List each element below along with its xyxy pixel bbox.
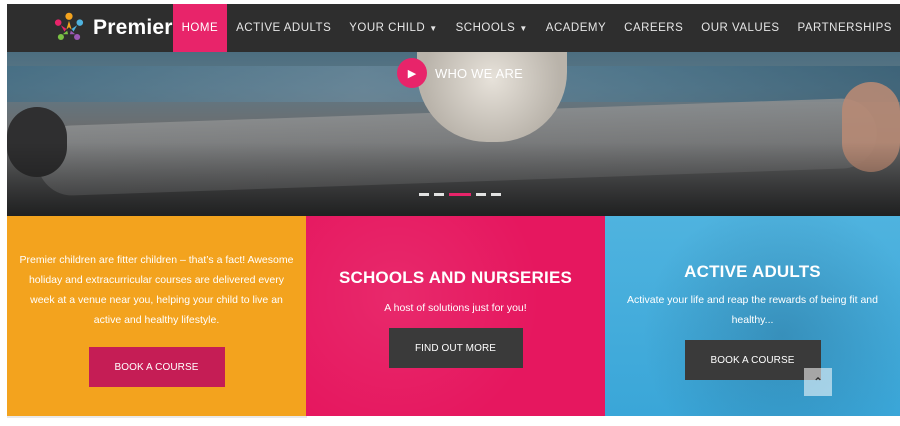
find-out-more-button[interactable]: FIND OUT MORE — [388, 328, 523, 368]
nav-item-label: ACADEMY — [545, 22, 607, 34]
chevron-down-icon: ▼ — [519, 23, 528, 33]
nav-item-label: SCHOOLS — [455, 22, 516, 34]
children-panel-text: Premier children are fitter children – t… — [19, 254, 294, 326]
brand-logo-link[interactable]: Premier — [7, 4, 173, 52]
nav-item-careers[interactable]: CAREERS — [615, 4, 692, 52]
nav-menu: HOME ACTIVE ADULTS YOUR CHILD ▼ SCHOOLS … — [172, 4, 900, 52]
content-divider — [7, 416, 307, 418]
nav-item-label: CAREERS — [624, 22, 684, 34]
adults-panel-subtitle: Activate your life and reap the rewards … — [627, 294, 878, 326]
nav-item-active-adults[interactable]: ACTIVE ADULTS — [227, 4, 340, 52]
slider-pagination — [419, 193, 501, 196]
children-panel: Premier children are fitter children – t… — [7, 216, 306, 416]
nav-item-label: ACTIVE ADULTS — [236, 22, 332, 34]
play-icon: ▶ — [397, 58, 427, 88]
page-frame: Premier HOME ACTIVE ADULTS YOUR CHILD ▼ … — [7, 4, 900, 416]
nav-item-partnerships[interactable]: PARTNERSHIPS — [789, 4, 900, 52]
slider-dot-4[interactable] — [476, 193, 486, 196]
slider-dot-5[interactable] — [491, 193, 501, 196]
slider-dot-1[interactable] — [419, 193, 429, 196]
who-we-are-video-link[interactable]: ▶ WHO WE ARE — [397, 58, 523, 88]
schools-panel-heading: SCHOOLS AND NURSERIES — [338, 268, 573, 287]
people-star-logo-icon — [54, 12, 84, 41]
book-course-button-adults[interactable]: BOOK A COURSE — [684, 340, 821, 380]
active-adults-panel: ACTIVE ADULTS Activate your life and rea… — [605, 216, 900, 416]
nav-item-label: HOME — [181, 22, 219, 34]
brand-name: Premier — [93, 16, 173, 39]
back-to-top-button[interactable]: ⌃ — [804, 368, 832, 396]
slider-dot-2[interactable] — [434, 193, 444, 196]
nav-item-schools[interactable]: SCHOOLS ▼ — [447, 4, 537, 52]
nav-item-label: PARTNERSHIPS — [797, 22, 892, 34]
book-course-button-children[interactable]: BOOK A COURSE — [88, 347, 225, 387]
feature-panels: Premier children are fitter children – t… — [7, 216, 900, 416]
nav-item-label: YOUR CHILD — [349, 22, 426, 34]
schools-panel: SCHOOLS AND NURSERIES A host of solution… — [306, 216, 605, 416]
who-we-are-label: WHO WE ARE — [435, 65, 523, 81]
nav-item-home[interactable]: HOME — [172, 4, 228, 52]
slider-dot-3[interactable] — [449, 193, 471, 196]
nav-item-our-values[interactable]: OUR VALUES — [692, 4, 788, 52]
chevron-down-icon: ▼ — [429, 23, 438, 33]
adults-panel-heading: ACTIVE ADULTS — [684, 262, 821, 281]
main-navigation: Premier HOME ACTIVE ADULTS YOUR CHILD ▼ … — [7, 4, 900, 52]
nav-item-label: OUR VALUES — [701, 22, 780, 34]
schools-panel-subtitle: A host of solutions just for you! — [384, 302, 527, 314]
nav-item-your-child[interactable]: YOUR CHILD ▼ — [340, 4, 446, 52]
chevron-up-icon: ⌃ — [812, 375, 824, 389]
hero-slider: ▶ WHO WE ARE — [7, 52, 900, 216]
nav-item-academy[interactable]: ACADEMY — [537, 4, 615, 52]
